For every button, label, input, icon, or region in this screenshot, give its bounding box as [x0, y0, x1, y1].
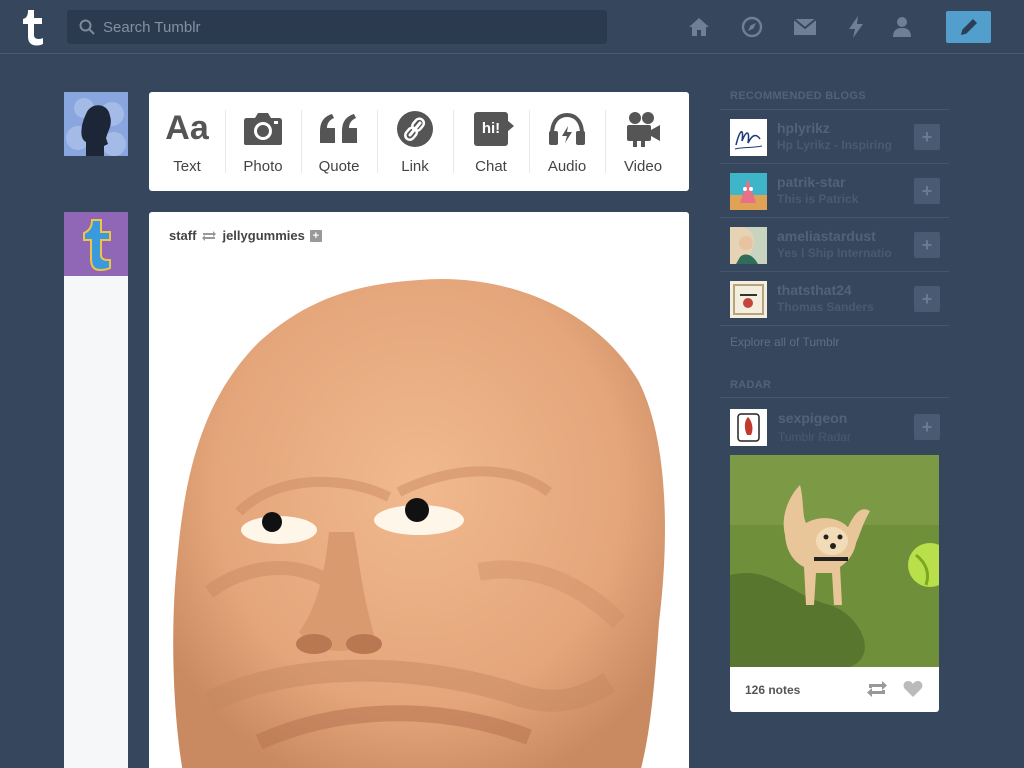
reblog-icon[interactable]	[866, 680, 888, 698]
blog-subtitle: Thomas Sanders	[777, 300, 874, 314]
post-card: staff jellygummies +	[149, 212, 689, 768]
top-header	[0, 0, 1024, 54]
blog-subtitle: This is Patrick	[777, 192, 859, 206]
post-type-photo[interactable]: Photo	[225, 92, 301, 191]
blog-name[interactable]: patrik-star	[777, 174, 845, 190]
home-icon[interactable]	[686, 14, 712, 40]
post-type-label: Quote	[318, 157, 360, 175]
recommended-blog-row[interactable]: patrik-star This is Patrick +	[720, 164, 949, 218]
headphones-icon	[548, 109, 586, 149]
post-author-link[interactable]: staff	[169, 228, 196, 243]
radar-blog-avatar[interactable]	[730, 409, 767, 446]
compass-icon[interactable]	[739, 14, 765, 40]
post-header: staff jellygummies +	[169, 228, 322, 243]
search-bar[interactable]	[67, 10, 607, 44]
blog-name[interactable]: hplyrikz	[777, 120, 830, 136]
post-type-video[interactable]: Video	[605, 92, 681, 191]
post-type-chat[interactable]: hi! Chat	[453, 92, 529, 191]
quote-icon	[318, 109, 360, 149]
mail-icon[interactable]	[792, 14, 818, 40]
search-icon	[79, 19, 95, 35]
search-input[interactable]	[103, 18, 583, 36]
recommended-blog-row[interactable]: hplyrikz Hp Lyrikz - Inspiring +	[720, 110, 949, 164]
compose-button[interactable]	[946, 11, 991, 43]
blog-subtitle: Yes I Ship Internatio	[777, 246, 892, 260]
tumblr-logo-icon[interactable]	[18, 8, 48, 46]
video-camera-icon	[625, 109, 661, 149]
follow-button[interactable]: +	[914, 232, 940, 258]
post-photo[interactable]	[149, 262, 689, 768]
follow-button[interactable]: +	[914, 286, 940, 312]
post-type-quote[interactable]: Quote	[301, 92, 377, 191]
divider	[720, 397, 949, 398]
user-avatar[interactable]	[64, 92, 128, 156]
radar-blog-subtitle: Tumblr Radar	[778, 430, 851, 444]
text-icon: Aa	[165, 109, 209, 147]
radar-post-card: 126 notes	[730, 455, 939, 712]
recommended-blog-row[interactable]: thatsthat24 Thomas Sanders +	[720, 272, 949, 326]
post-type-label: Photo	[243, 157, 283, 175]
reblog-icon	[202, 230, 217, 241]
link-icon	[396, 109, 434, 149]
notes-count[interactable]: 126 notes	[745, 683, 800, 697]
follow-plus-icon[interactable]: +	[309, 229, 322, 242]
post-type-label: Link	[401, 157, 429, 175]
follow-button[interactable]: +	[914, 124, 940, 150]
blog-avatar[interactable]	[730, 281, 767, 318]
radar-heading: RADAR	[730, 379, 772, 391]
staff-avatar[interactable]	[64, 212, 128, 276]
blog-avatar[interactable]	[730, 173, 767, 210]
post-type-label: Text	[173, 157, 201, 175]
blog-name[interactable]: ameliastardust	[777, 228, 876, 244]
heart-icon[interactable]	[903, 680, 923, 698]
blog-avatar[interactable]	[730, 227, 767, 264]
explore-all-link[interactable]: Explore all of Tumblr	[730, 335, 839, 349]
lightning-icon[interactable]	[843, 14, 869, 40]
blog-avatar[interactable]	[730, 119, 767, 156]
blog-subtitle: Hp Lyrikz - Inspiring	[777, 138, 892, 152]
post-type-label: Video	[623, 157, 663, 175]
post-type-text[interactable]: Aa Text	[149, 92, 225, 191]
follow-button[interactable]: +	[914, 178, 940, 204]
post-type-label: Audio	[547, 157, 587, 175]
avatar-column	[64, 212, 128, 768]
reblogged-from-link[interactable]: jellygummies	[222, 228, 304, 243]
post-type-label: Chat	[475, 157, 507, 175]
post-type-link[interactable]: Link	[377, 92, 453, 191]
camera-icon	[243, 109, 283, 149]
blog-name[interactable]: thatsthat24	[777, 282, 852, 298]
radar-blog-name[interactable]: sexpigeon	[778, 410, 847, 426]
post-type-audio[interactable]: Audio	[529, 92, 605, 191]
radar-photo[interactable]	[730, 455, 939, 667]
post-type-bar: Aa Text Photo Quote Link hi! Chat Audio	[149, 92, 689, 191]
pencil-icon	[960, 19, 977, 35]
chat-icon: hi!	[474, 109, 514, 149]
account-icon[interactable]	[889, 14, 915, 40]
radar-follow-button[interactable]: +	[914, 414, 940, 440]
recommended-blog-row[interactable]: ameliastardust Yes I Ship Internatio +	[720, 218, 949, 272]
recommended-blogs-heading: RECOMMENDED BLOGS	[730, 90, 866, 102]
